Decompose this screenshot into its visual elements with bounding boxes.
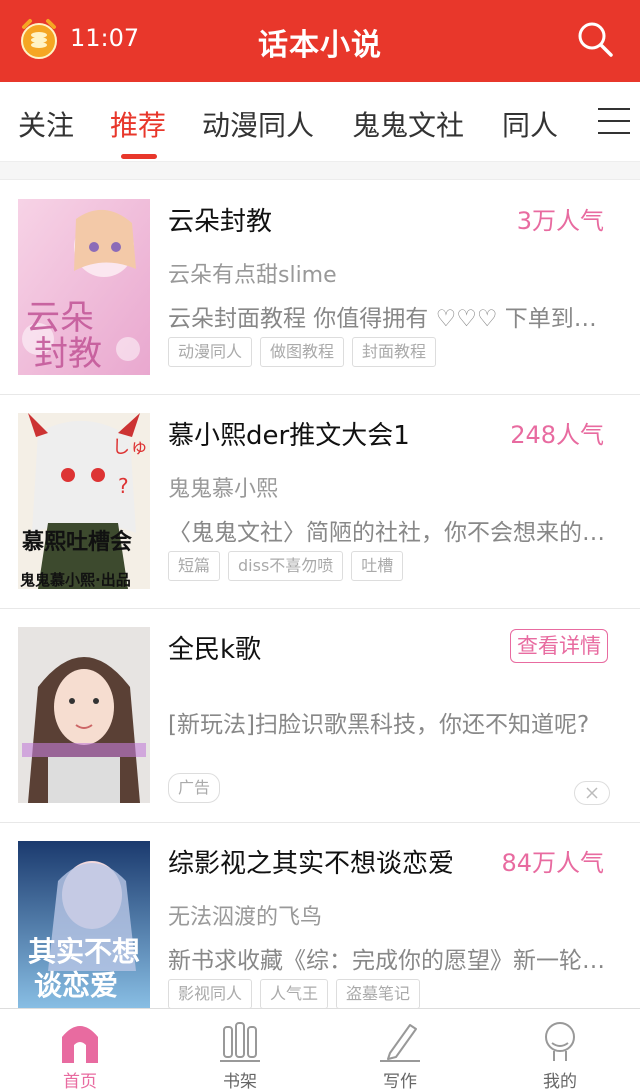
nav-label: 我的 (543, 1072, 577, 1092)
ad-title: 全民k歌 (168, 635, 262, 665)
search-icon[interactable] (576, 20, 614, 58)
bottom-nav: 首页 书架 写作 我的 (0, 1008, 640, 1092)
ad-item[interactable]: 全民k歌 查看详情 [新玩法]扫脸识歌黑科技，你还不知道呢? 广告 (0, 609, 640, 823)
tab-anime-fanfic[interactable]: 动漫同人 (202, 104, 314, 144)
popularity-count: 248人气 (510, 421, 604, 449)
tag-list: 短篇 diss不喜勿喷 吐槽 (168, 551, 411, 581)
book-title: 云朵封教 (168, 207, 273, 237)
book-cover: 云朵 封教 (18, 199, 150, 375)
cover-subtitle: 鬼鬼慕小熙·出品 (20, 571, 131, 589)
tag[interactable]: 盗墓笔记 (336, 979, 421, 1009)
menu-icon[interactable] (598, 108, 630, 136)
app-header: 11:07 话本小说 (0, 0, 640, 82)
nav-label: 写作 (383, 1072, 417, 1092)
svg-text:しゅ: しゅ (112, 437, 148, 458)
profile-icon (545, 1022, 575, 1061)
popularity-count: 3万人气 (516, 207, 604, 235)
book-cover: しゅ ? 慕熙吐槽会 鬼鬼慕小熙·出品 (18, 413, 150, 589)
svg-text:谈恋爱: 谈恋爱 (34, 969, 118, 1002)
book-title: 慕小熙der推文大会1 (168, 421, 410, 451)
nav-write[interactable]: 写作 (320, 1009, 480, 1092)
nav-bookshelf[interactable]: 书架 (160, 1009, 320, 1092)
tab-fanfic[interactable]: 同人 (502, 104, 558, 144)
author-name[interactable]: 鬼鬼慕小熙 (168, 471, 278, 503)
svg-text:云朵: 云朵 (26, 298, 94, 338)
tag[interactable]: 动漫同人 (168, 337, 253, 367)
pen-icon (380, 1024, 420, 1062)
view-details-button[interactable]: 查看详情 (510, 629, 608, 663)
bookshelf-icon (220, 1022, 260, 1062)
nav-profile[interactable]: 我的 (480, 1009, 640, 1092)
book-description: 新书求收藏《综：完成你的愿望》新一轮… (168, 948, 605, 974)
tab-follow[interactable]: 关注 (18, 104, 74, 144)
home-icon (62, 1026, 98, 1063)
book-cover: 其实不想 谈恋爱 (18, 841, 150, 1017)
svg-text:?: ? (118, 474, 129, 498)
author-name[interactable]: 云朵有点甜slime (168, 257, 337, 289)
svg-text:其实不想: 其实不想 (28, 935, 140, 968)
tag[interactable]: 短篇 (168, 551, 221, 581)
ad-image (18, 627, 150, 803)
book-description: 云朵封面教程 你值得拥有 ♡♡♡ 下单到… (168, 306, 597, 332)
active-tab-indicator (121, 154, 157, 159)
ad-badge: 广告 (168, 773, 221, 803)
tab-recommend[interactable]: 推荐 (110, 104, 166, 144)
svg-text:慕熙吐槽会: 慕熙吐槽会 (21, 529, 132, 555)
tab-guigui-club[interactable]: 鬼鬼文社 (352, 104, 464, 144)
nav-label: 首页 (63, 1072, 97, 1092)
author-name[interactable]: 无法泅渡的飞鸟 (168, 899, 322, 931)
category-tabs: 关注 推荐 动漫同人 鬼鬼文社 同人 (0, 82, 640, 162)
tag[interactable]: 吐槽 (351, 551, 404, 581)
list-item[interactable]: 其实不想 谈恋爱 综影视之其实不想谈恋爱 84万人气 无法泅渡的飞鸟 新书求收藏… (0, 823, 640, 1037)
book-description: 〈鬼鬼文社〉简陋的社社，你不会想来的… (168, 520, 605, 546)
ad-description: [新玩法]扫脸识歌黑科技，你还不知道呢? (168, 712, 590, 738)
list-item[interactable]: しゅ ? 慕熙吐槽会 鬼鬼慕小熙·出品 慕小熙der推文大会1 248人气 鬼鬼… (0, 395, 640, 609)
tag[interactable]: 做图教程 (260, 337, 345, 367)
close-ad-button[interactable] (574, 781, 610, 805)
tag[interactable]: 影视同人 (168, 979, 253, 1009)
tag[interactable]: diss不喜勿喷 (228, 551, 344, 581)
tag-list: 影视同人 人气王 盗墓笔记 (168, 979, 428, 1009)
tag[interactable]: 人气王 (260, 979, 329, 1009)
page-title: 话本小说 (258, 28, 382, 63)
popularity-count: 84万人气 (501, 849, 604, 877)
svg-text:封教: 封教 (34, 334, 102, 374)
close-icon (586, 787, 598, 799)
tag[interactable]: 封面教程 (352, 337, 437, 367)
divider (0, 162, 640, 180)
nav-label: 书架 (223, 1072, 257, 1092)
list-item[interactable]: 云朵 封教 云朵封教 3万人气 云朵有点甜slime 云朵封面教程 你值得拥有 … (0, 181, 640, 395)
nav-home[interactable]: 首页 (0, 1009, 160, 1092)
tag-list: 动漫同人 做图教程 封面教程 (168, 337, 444, 367)
book-title: 综影视之其实不想谈恋爱 (168, 849, 455, 879)
